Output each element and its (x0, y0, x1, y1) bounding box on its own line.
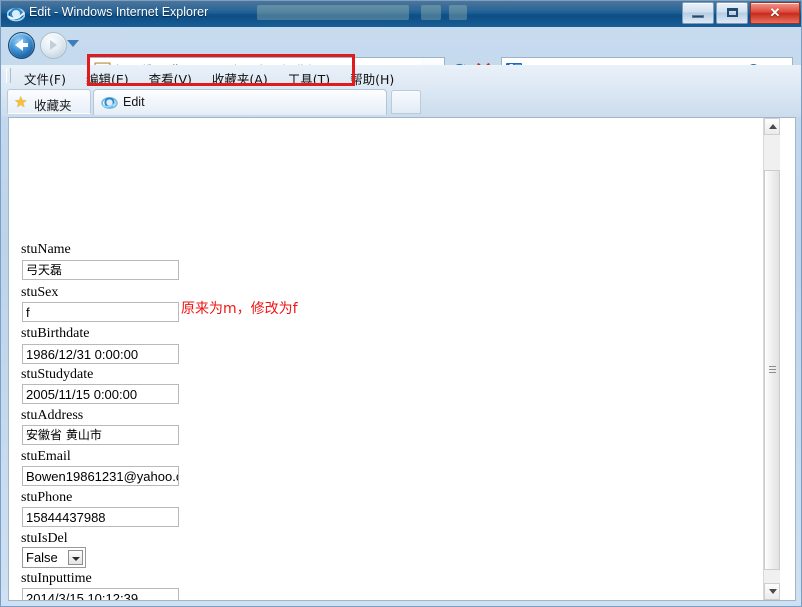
label-stuEmail: stuEmail (21, 449, 71, 464)
maximize-icon (727, 8, 738, 17)
input-stuEmail[interactable]: Bowen19861231@yahoo.com (22, 466, 179, 486)
label-stuSex: stuSex (21, 285, 59, 300)
scroll-up-button[interactable] (764, 118, 780, 135)
annotation-sex: 原来为m，修改为f (181, 301, 298, 317)
recent-pages-button[interactable] (67, 40, 79, 47)
ie-icon (7, 7, 25, 22)
label-stuStudydate: stuStudydate (21, 367, 94, 382)
minimize-icon (692, 15, 704, 18)
label-stuName: stuName (21, 242, 71, 257)
select-stuIsDel[interactable]: False (22, 547, 86, 568)
select-stuIsDel-value: False (26, 550, 58, 565)
input-stuInputtime[interactable]: 2014/3/15 10:12:39 (22, 588, 179, 600)
scroll-thumb[interactable] (764, 170, 780, 570)
content-scrollbar[interactable] (763, 118, 780, 600)
label-stuBirthdate: stuBirthdate (21, 326, 90, 341)
back-arrow-icon (15, 39, 28, 51)
scroll-down-button[interactable] (764, 583, 780, 600)
close-button[interactable]: ✕ (750, 2, 800, 24)
menu-bar: 文件(F) 编辑(E) 查看(V) 收藏夹(A) 工具(T) 帮助(H) (1, 65, 801, 87)
forward-button[interactable] (40, 32, 67, 59)
maximize-button[interactable] (716, 2, 748, 24)
page-content-area: stuName 弓天磊 stuSex f stuBirthdate 1986/1… (8, 117, 796, 601)
label-stuPhone: stuPhone (21, 490, 73, 505)
favorites-label: 收藏夹 (34, 98, 72, 113)
label-stuInputtime: stuInputtime (21, 571, 92, 586)
favorites-button[interactable]: ★ 收藏夹 (7, 89, 91, 114)
input-stuStudydate[interactable]: 2005/11/15 0:00:00 (22, 384, 179, 404)
favorites-and-tab-bar: ★ 收藏夹 Edit (1, 87, 801, 117)
star-icon: ★ (14, 93, 28, 111)
tab-label: Edit (123, 95, 145, 109)
close-icon: ✕ (769, 5, 781, 20)
tab-edit[interactable]: Edit (93, 89, 387, 115)
label-stuAddress: stuAddress (21, 408, 84, 423)
forward-arrow-icon (50, 40, 57, 50)
edit-form-page: stuName 弓天磊 stuSex f stuBirthdate 1986/1… (9, 118, 780, 600)
input-stuBirthdate[interactable]: 1986/12/31 0:00:00 (22, 344, 179, 364)
input-stuAddress[interactable]: 安徽省 黄山市 (22, 425, 179, 445)
label-stuIsDel: stuIsDel (21, 531, 68, 546)
title-artifact-a (257, 5, 409, 20)
scroll-thumb-grip (769, 366, 776, 373)
window-title: Edit - Windows Internet Explorer (29, 5, 209, 19)
minimize-button[interactable] (682, 2, 714, 24)
new-tab-button[interactable] (391, 90, 421, 114)
back-button[interactable] (8, 32, 35, 59)
title-artifact-c (449, 5, 467, 20)
navigation-bar: http://localhost:4585/Student/Edit/8 Bin… (1, 27, 801, 86)
window-controls: ✕ (680, 2, 800, 24)
menu-grip (6, 68, 11, 83)
chevron-down-icon[interactable] (68, 550, 83, 565)
input-stuName[interactable]: 弓天磊 (22, 260, 179, 280)
input-stuPhone[interactable]: 15844437988 (22, 507, 179, 527)
ie-icon (101, 97, 118, 109)
browser-window: Edit - Windows Internet Explorer ✕ o 文件(… (0, 0, 802, 607)
title-artifact-b (421, 5, 441, 20)
input-stuSex[interactable]: f (22, 302, 179, 322)
title-bar: Edit - Windows Internet Explorer ✕ (1, 1, 801, 27)
